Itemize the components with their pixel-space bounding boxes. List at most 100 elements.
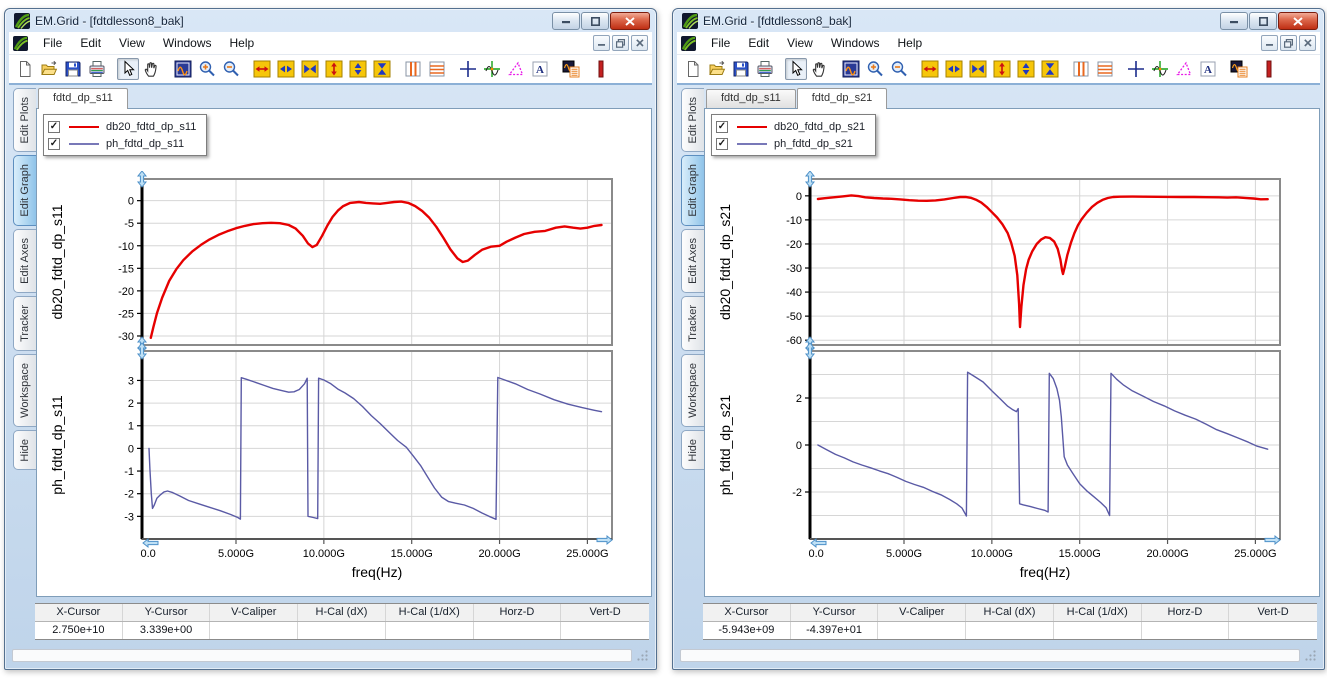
legend-checkbox[interactable]: ✓ <box>48 121 60 133</box>
resize-grip[interactable] <box>1304 649 1317 662</box>
minimize-button[interactable] <box>1220 12 1248 30</box>
vertical-gridlines-icon[interactable] <box>402 58 424 80</box>
cursor-table-value <box>878 622 966 639</box>
sidebar-tab-tracker[interactable]: Tracker <box>681 296 704 351</box>
sidebar-tab-hide[interactable]: Hide <box>681 430 704 471</box>
menu-view[interactable]: View <box>110 33 154 53</box>
new-document-icon[interactable] <box>682 58 704 80</box>
h-stretch-icon[interactable] <box>919 58 941 80</box>
sidebar-tab-edit-axes[interactable]: Edit Axes <box>681 229 704 293</box>
print-icon[interactable] <box>86 58 108 80</box>
plot-tab-fdtd-dp-s11[interactable]: fdtd_dp_s11 <box>706 89 796 108</box>
horizontal-gridlines-icon[interactable] <box>426 58 448 80</box>
h-bowtie-icon[interactable] <box>967 58 989 80</box>
caliper-icon[interactable] <box>1173 58 1195 80</box>
caliper-icon[interactable] <box>505 58 527 80</box>
mdi-close-button[interactable] <box>631 35 648 51</box>
new-document-icon[interactable] <box>14 58 36 80</box>
zoom-out-icon[interactable] <box>888 58 910 80</box>
report-icon[interactable] <box>1228 58 1250 80</box>
legend-checkbox[interactable]: ✓ <box>716 121 728 133</box>
open-folder-icon[interactable] <box>706 58 728 80</box>
x-axis-handle[interactable] <box>1265 536 1280 544</box>
sidebar-tab-edit-axes[interactable]: Edit Axes <box>13 229 36 293</box>
legend-checkbox[interactable]: ✓ <box>716 138 728 150</box>
sidebar-tab-tracker[interactable]: Tracker <box>13 296 36 351</box>
zoom-in-icon[interactable] <box>864 58 886 80</box>
crosshair-icon[interactable] <box>1125 58 1147 80</box>
sidebar-tab-edit-plots[interactable]: Edit Plots <box>13 88 36 152</box>
save-icon[interactable] <box>62 58 84 80</box>
select-cursor-icon[interactable] <box>785 58 807 80</box>
h-bowtie-icon[interactable] <box>299 58 321 80</box>
x-axis-handle[interactable] <box>597 536 612 544</box>
x-axis-handle[interactable] <box>143 539 158 547</box>
crosshair-icon[interactable] <box>457 58 479 80</box>
grid <box>810 179 1280 345</box>
select-cursor-icon[interactable] <box>117 58 139 80</box>
sidebar-tab-workspace[interactable]: Workspace <box>681 354 704 427</box>
menu-view[interactable]: View <box>778 33 822 53</box>
clipped-icon[interactable] <box>1252 58 1274 80</box>
v-stretch-icon[interactable] <box>991 58 1013 80</box>
pan-hand-icon[interactable] <box>141 58 163 80</box>
menu-help[interactable]: Help <box>221 33 264 53</box>
legend-checkbox[interactable]: ✓ <box>48 138 60 150</box>
plot-tab-fdtd-dp-s11[interactable]: fdtd_dp_s11 <box>38 88 128 109</box>
plot-tab-fdtd-dp-s21[interactable]: fdtd_dp_s21 <box>797 88 888 109</box>
menu-file[interactable]: File <box>34 33 71 53</box>
title-bar[interactable]: EM.Grid - [fdtdlesson8_bak] <box>9 9 652 32</box>
sidebar-tab-edit-plots[interactable]: Edit Plots <box>681 88 704 152</box>
h-arrows-icon[interactable] <box>275 58 297 80</box>
v-bowtie-icon[interactable] <box>1039 58 1061 80</box>
menu-windows[interactable]: Windows <box>154 33 221 53</box>
report-icon[interactable] <box>560 58 582 80</box>
tracker-icon[interactable] <box>481 58 503 80</box>
menu-file[interactable]: File <box>702 33 739 53</box>
sidebar-tab-edit-graph[interactable]: Edit Graph <box>13 155 36 226</box>
x-axis-handle[interactable] <box>811 539 826 547</box>
menu-edit[interactable]: Edit <box>71 33 110 53</box>
v-stretch-icon[interactable] <box>323 58 345 80</box>
menu-help[interactable]: Help <box>889 33 932 53</box>
title-bar[interactable]: EM.Grid - [fdtdlesson8_bak] <box>677 9 1320 32</box>
minimize-button[interactable] <box>552 12 580 30</box>
open-folder-icon[interactable] <box>38 58 60 80</box>
close-button[interactable] <box>610 12 650 30</box>
print-icon[interactable] <box>754 58 776 80</box>
sidebar-tab-edit-graph[interactable]: Edit Graph <box>681 155 704 226</box>
h-stretch-icon[interactable] <box>251 58 273 80</box>
mdi-close-button[interactable] <box>1299 35 1316 51</box>
zoom-out-icon[interactable] <box>220 58 242 80</box>
menu-edit[interactable]: Edit <box>739 33 778 53</box>
save-icon[interactable] <box>730 58 752 80</box>
cursor-table-header: Y-Cursor <box>123 604 211 621</box>
mdi-minimize-button[interactable] <box>593 35 610 51</box>
plot-window-icon[interactable] <box>840 58 862 80</box>
text-label-icon[interactable]: A <box>1197 58 1219 80</box>
resize-grip[interactable] <box>636 649 649 662</box>
pan-hand-icon[interactable] <box>809 58 831 80</box>
v-arrows-icon[interactable] <box>1015 58 1037 80</box>
zoom-in-icon[interactable] <box>196 58 218 80</box>
v-bowtie-icon[interactable] <box>371 58 393 80</box>
clipped-icon[interactable] <box>584 58 606 80</box>
close-button[interactable] <box>1278 12 1318 30</box>
tracker-icon[interactable] <box>1149 58 1171 80</box>
status-bar <box>677 645 1320 665</box>
mdi-minimize-button[interactable] <box>1261 35 1278 51</box>
maximize-button[interactable] <box>581 12 609 30</box>
plot-window-icon[interactable] <box>172 58 194 80</box>
sidebar-tab-workspace[interactable]: Workspace <box>13 354 36 427</box>
maximize-button[interactable] <box>1249 12 1277 30</box>
v-arrows-icon[interactable] <box>347 58 369 80</box>
h-arrows-icon[interactable] <box>943 58 965 80</box>
mdi-restore-button[interactable] <box>612 35 629 51</box>
sidebar-tab-hide[interactable]: Hide <box>13 430 36 471</box>
mdi-restore-button[interactable] <box>1280 35 1297 51</box>
text-label-icon[interactable]: A <box>529 58 551 80</box>
status-bar <box>9 645 652 665</box>
vertical-gridlines-icon[interactable] <box>1070 58 1092 80</box>
menu-windows[interactable]: Windows <box>822 33 889 53</box>
horizontal-gridlines-icon[interactable] <box>1094 58 1116 80</box>
